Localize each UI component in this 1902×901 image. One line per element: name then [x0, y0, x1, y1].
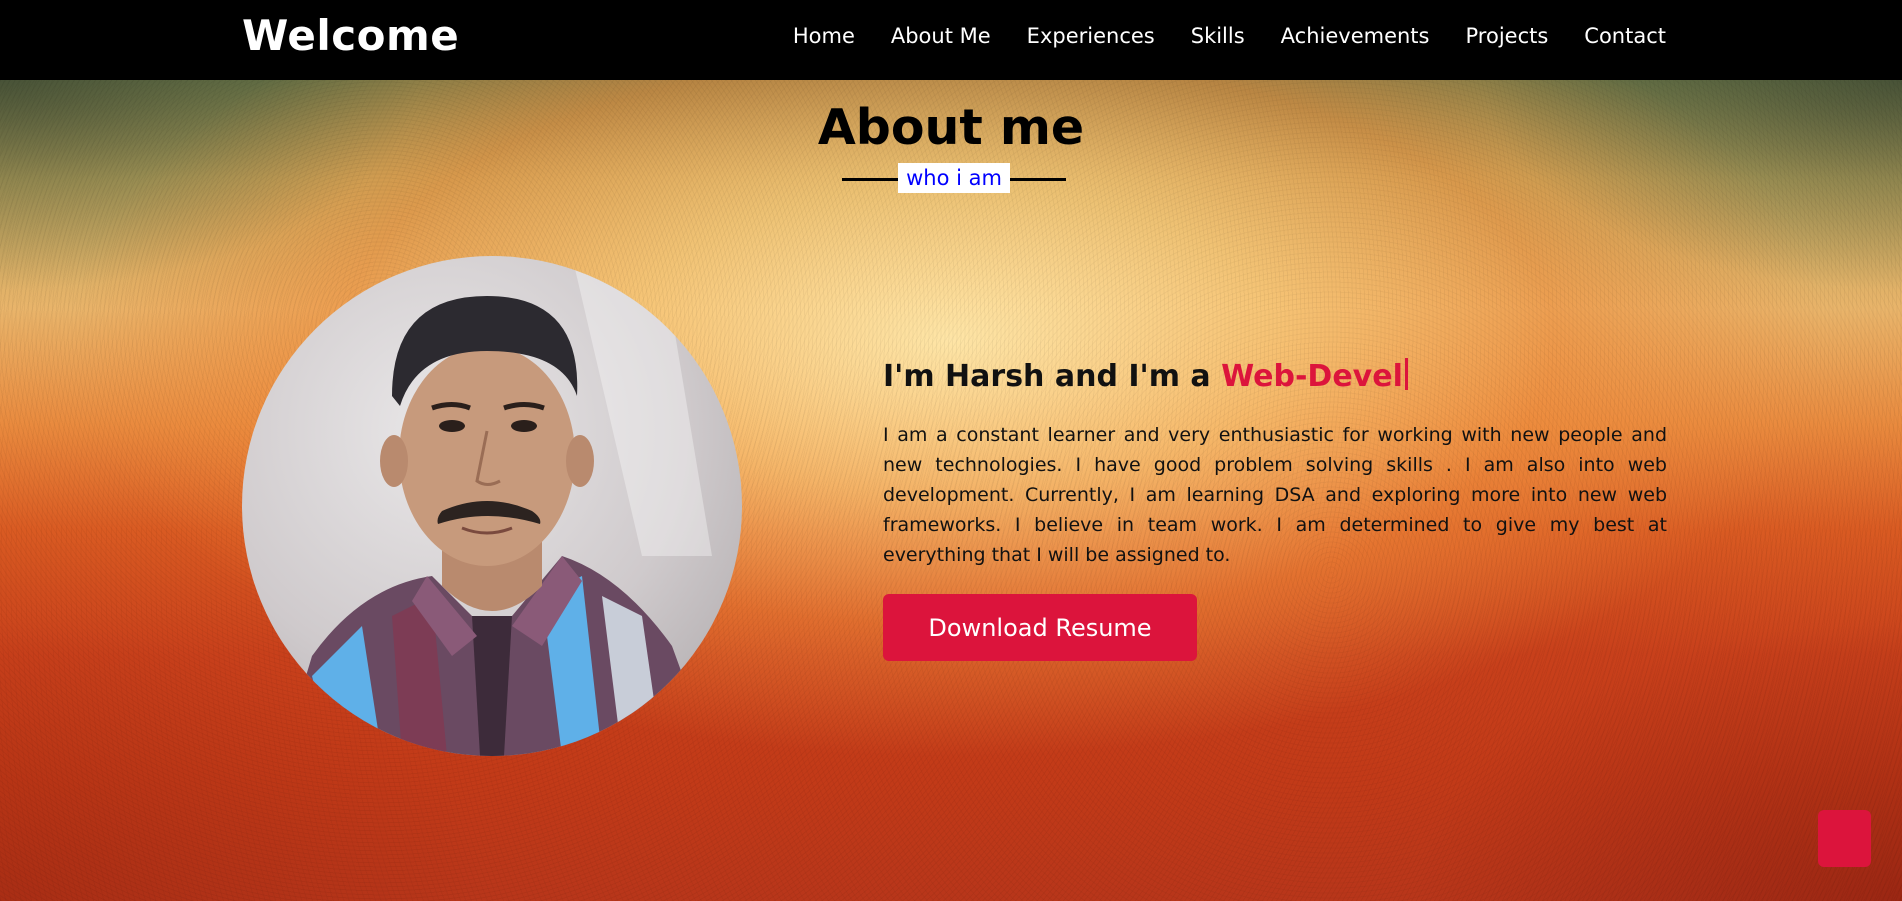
nav-item-contact: Contact	[1584, 24, 1666, 48]
nav-item-skills: Skills	[1191, 24, 1245, 48]
nav-item-about: About Me	[891, 24, 991, 48]
nav-item-home: Home	[793, 24, 855, 48]
nav-menu: Home About Me Experiences Skills Achieve…	[793, 0, 1666, 72]
nav-item-achievements: Achievements	[1281, 24, 1430, 48]
about-description: I am a constant learner and very enthusi…	[883, 424, 1667, 566]
section-subtitle: who i am	[898, 163, 1010, 193]
nav-item-experiences: Experiences	[1027, 24, 1155, 48]
navbar: Welcome Home About Me Experiences Skills…	[0, 0, 1902, 80]
section-title: About me	[817, 99, 1085, 156]
nav-item-projects: Projects	[1466, 24, 1549, 48]
nav-link-home[interactable]: Home	[793, 24, 855, 48]
typing-cursor	[1404, 358, 1408, 390]
nav-link-projects[interactable]: Projects	[1466, 24, 1549, 48]
section-subtitle-block: who i am	[842, 161, 1066, 195]
intro-heading: I'm Harsh and I'm a Web-Devel	[883, 358, 1408, 394]
intro-role-typed: Web-Devel	[1221, 359, 1403, 394]
nav-link-achievements[interactable]: Achievements	[1281, 24, 1430, 48]
nav-link-skills[interactable]: Skills	[1191, 24, 1245, 48]
person-portrait-illustration	[282, 256, 712, 756]
nav-link-contact[interactable]: Contact	[1584, 24, 1666, 48]
scroll-to-top-button[interactable]	[1818, 810, 1871, 867]
download-resume-button[interactable]: Download Resume	[883, 594, 1197, 661]
brand-logo[interactable]: Welcome	[242, 8, 459, 64]
intro-prefix: I'm Harsh and I'm a	[883, 359, 1222, 394]
nav-link-about[interactable]: About Me	[891, 24, 991, 48]
profile-photo	[242, 256, 742, 756]
nav-link-experiences[interactable]: Experiences	[1027, 24, 1155, 48]
